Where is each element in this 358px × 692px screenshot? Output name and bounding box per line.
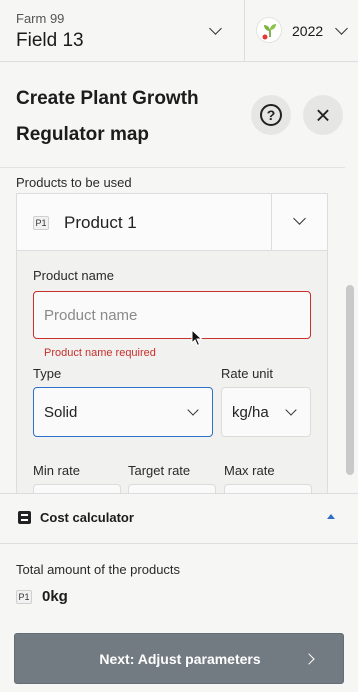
farm-name: Farm 99	[16, 11, 65, 26]
section-divider	[0, 543, 358, 544]
season-selector[interactable]: 2022	[245, 0, 358, 62]
section-divider	[0, 167, 345, 168]
rate-unit-select[interactable]: kg/ha	[221, 387, 311, 437]
rate-unit-value: kg/ha	[232, 404, 269, 421]
panel-scrollbar[interactable]	[346, 285, 354, 475]
total-amount-value: 0kg	[42, 588, 68, 605]
products-label: Products to be used	[16, 175, 132, 190]
chevron-down-icon	[187, 404, 199, 416]
close-icon: ×	[315, 100, 331, 130]
type-select[interactable]: Solid	[33, 387, 213, 437]
target-rate-label: Target rate	[128, 463, 191, 478]
question-circle-icon: ?	[260, 104, 282, 126]
min-rate-label: Min rate	[33, 463, 80, 478]
app-header: Farm 99 Field 13 2022	[0, 0, 358, 62]
season-year: 2022	[292, 23, 324, 39]
product-name-label: Product name	[33, 268, 114, 283]
chevron-down-icon	[209, 22, 222, 35]
chevron-down-icon	[285, 404, 297, 416]
type-label: Type	[33, 366, 62, 381]
next-adjust-parameters-button[interactable]: Next: Adjust parameters	[14, 633, 344, 684]
total-amount-label: Total amount of the products	[16, 562, 181, 577]
chevron-down-icon	[335, 22, 348, 35]
target-rate-input[interactable]	[128, 484, 216, 493]
calculator-icon	[18, 511, 31, 524]
chevron-down-icon[interactable]	[293, 212, 306, 225]
farm-field-selector[interactable]: Farm 99 Field 13	[0, 0, 244, 62]
selected-product-name: Product 1	[64, 213, 137, 232]
type-value: Solid	[44, 404, 78, 421]
chevron-up-icon[interactable]	[327, 514, 335, 519]
cost-calculator-title[interactable]: Cost calculator	[40, 510, 134, 525]
product-name-field[interactable]	[33, 291, 311, 339]
product-name-input[interactable]	[34, 292, 310, 338]
mouse-cursor-icon	[191, 329, 203, 347]
product-form: Product name Product name required Type …	[16, 251, 328, 493]
select-divider	[271, 194, 272, 250]
sprout-icon	[256, 17, 282, 43]
cost-calculator: Cost calculator Total amount of the prod…	[0, 493, 358, 692]
product-selector[interactable]: P1 Product 1	[16, 193, 328, 251]
help-button[interactable]: ?	[251, 95, 291, 135]
next-button-label: Next: Adjust parameters	[99, 651, 261, 667]
field-name: Field 13	[16, 30, 84, 51]
create-map-panel: Create Plant Growth Regulator map ? × Pr…	[0, 63, 358, 493]
min-rate-input[interactable]	[33, 484, 121, 493]
page-title: Create Plant Growth Regulator map	[16, 88, 199, 145]
close-button[interactable]: ×	[303, 95, 343, 135]
product-badge: P1	[16, 590, 32, 604]
product-badge: P1	[33, 216, 49, 230]
max-rate-input[interactable]	[224, 484, 312, 493]
product-name-error: Product name required	[44, 347, 156, 359]
max-rate-label: Max rate	[224, 463, 275, 478]
rate-unit-label: Rate unit	[221, 366, 274, 381]
